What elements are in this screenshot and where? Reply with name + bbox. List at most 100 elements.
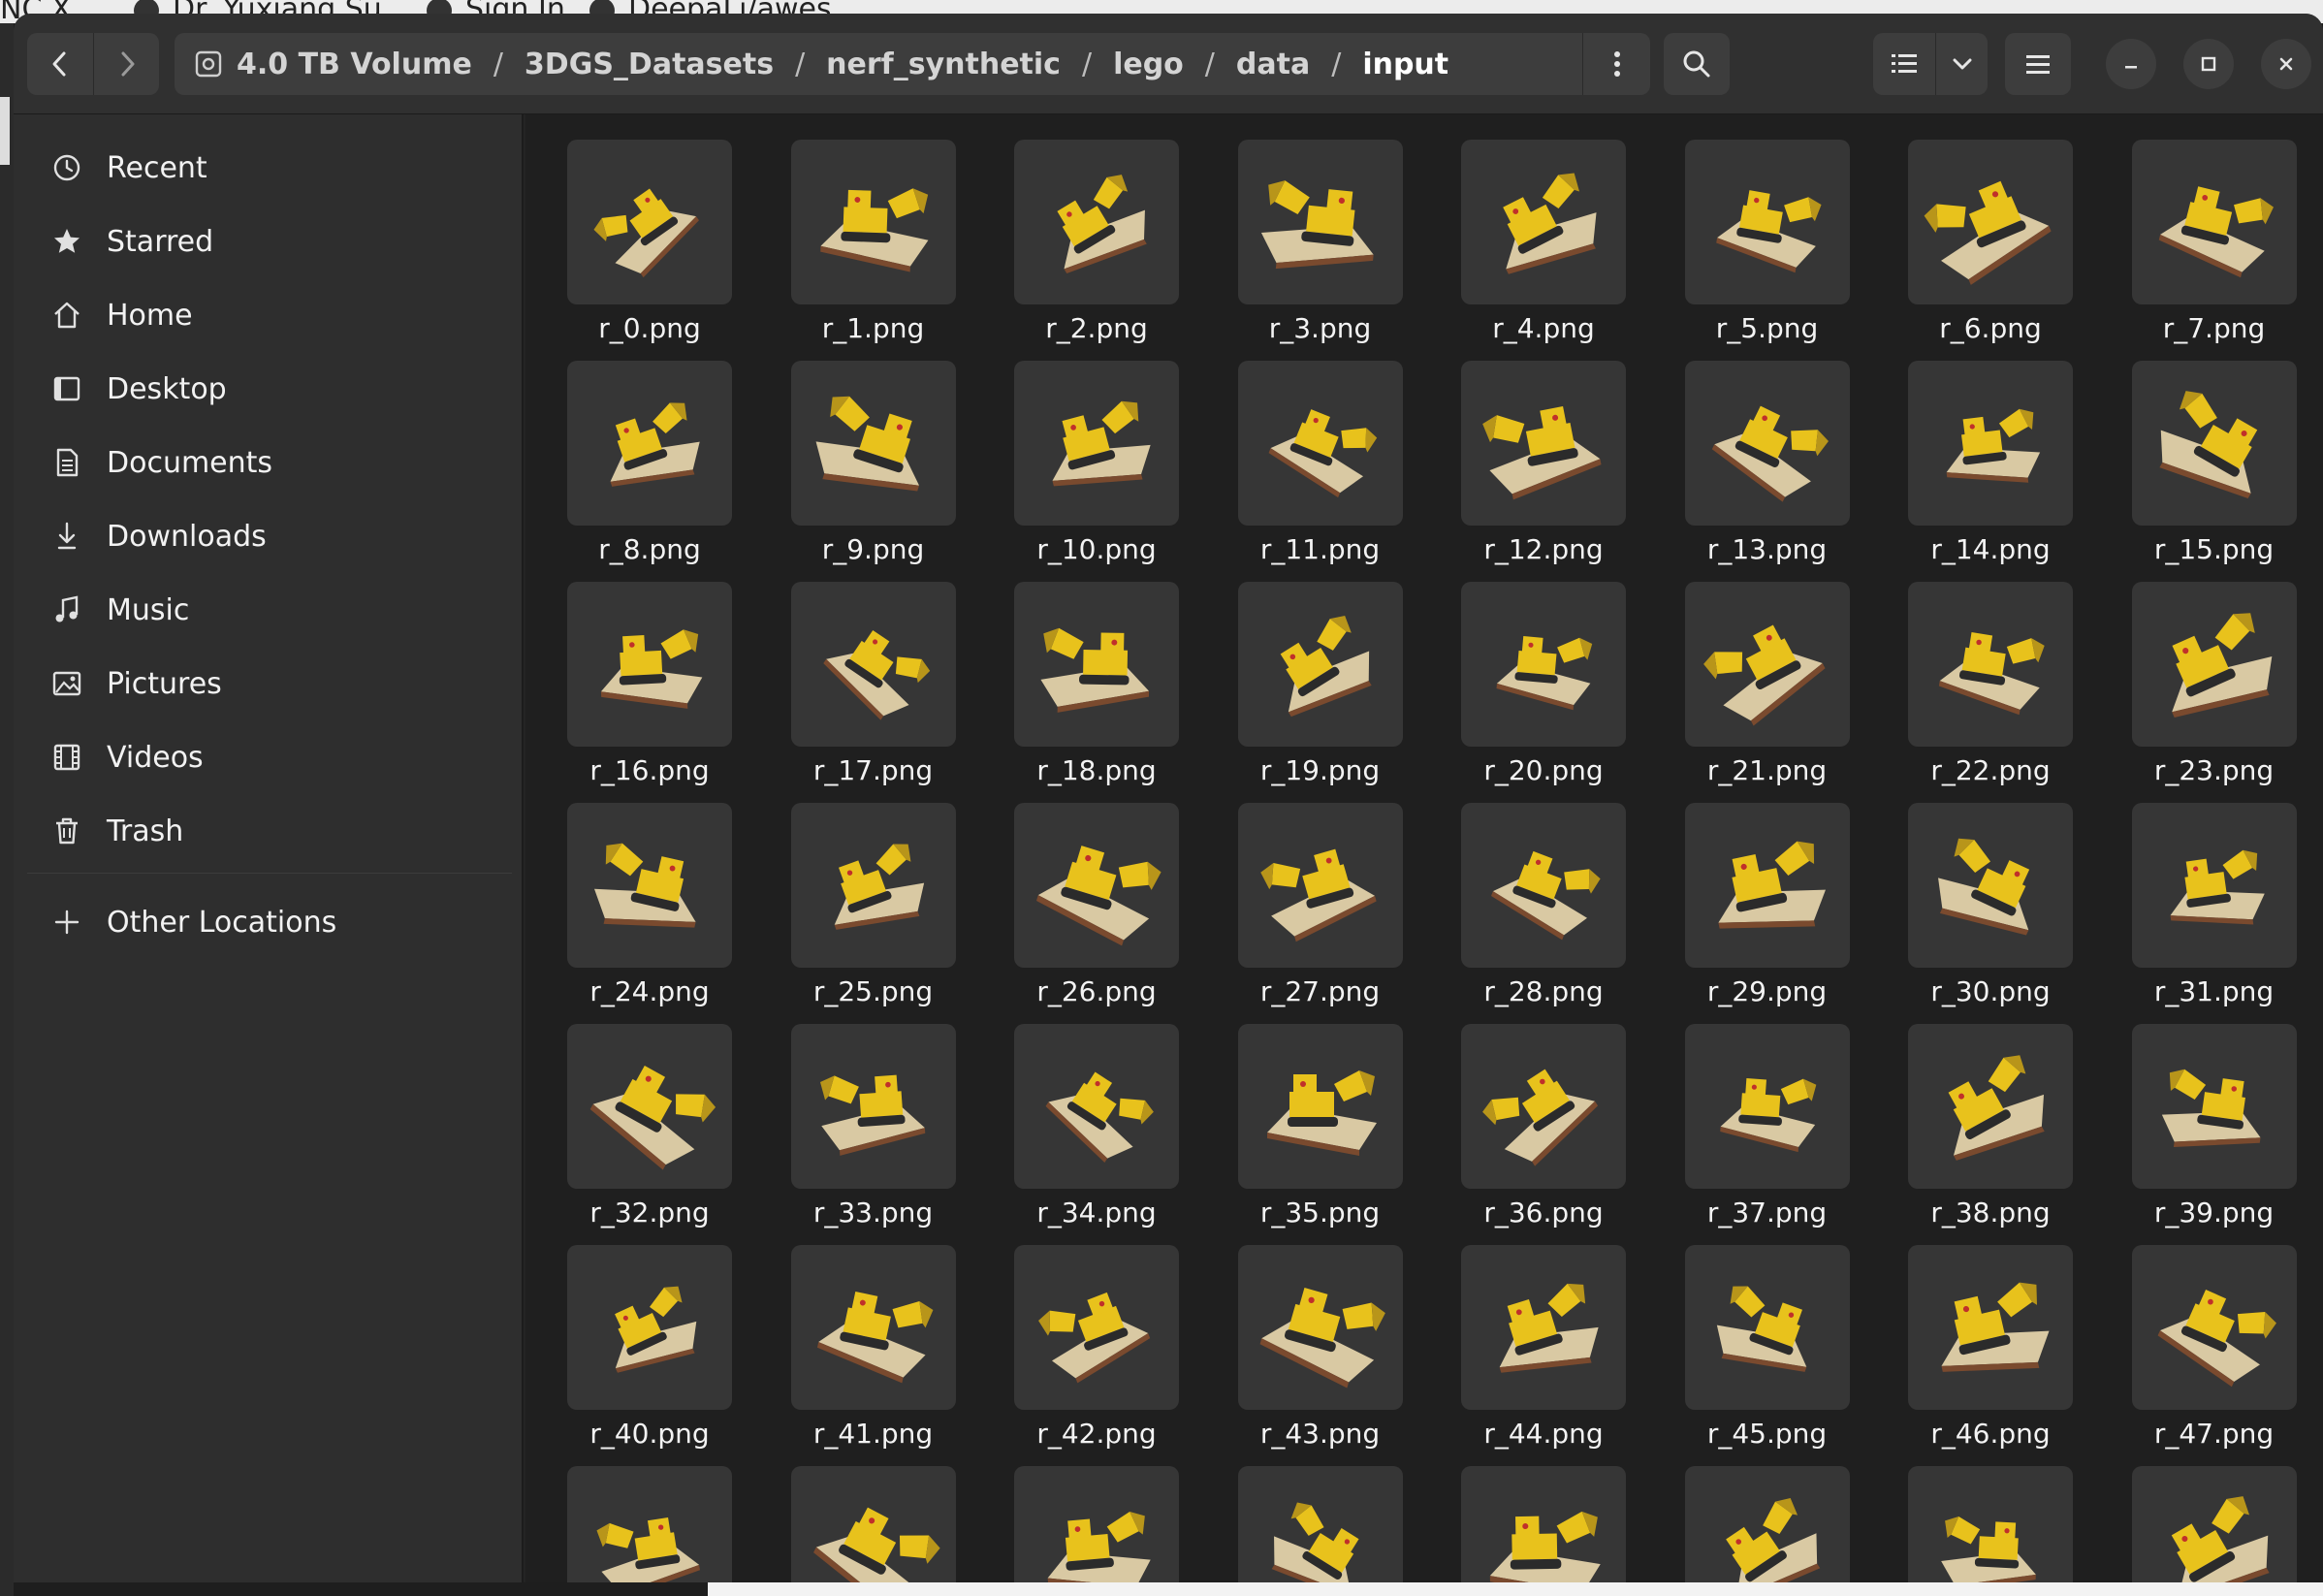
image-thumbnail (567, 1024, 732, 1189)
file-item[interactable]: r_2.png (1000, 130, 1193, 344)
file-item[interactable]: r_40.png (553, 1235, 747, 1450)
file-item[interactable]: r_13.png (1671, 351, 1864, 565)
trash-icon (50, 814, 83, 847)
sidebar-item-desktop[interactable]: Desktop (37, 359, 502, 419)
file-item[interactable] (1671, 1456, 1864, 1582)
file-item[interactable]: r_36.png (1447, 1014, 1640, 1229)
file-item[interactable] (1447, 1456, 1640, 1582)
file-item[interactable]: r_18.png (1000, 572, 1193, 786)
file-item[interactable]: r_1.png (777, 130, 971, 344)
file-item[interactable]: r_28.png (1447, 793, 1640, 1007)
image-thumbnail (1461, 140, 1626, 304)
file-item[interactable]: r_37.png (1671, 1014, 1864, 1229)
file-item[interactable] (553, 1456, 747, 1582)
drive-icon (195, 50, 222, 78)
sidebar-item-music[interactable]: Music (37, 580, 502, 640)
file-name: r_8.png (598, 533, 701, 565)
sidebar-item-documents[interactable]: Documents (37, 432, 502, 493)
file-item[interactable]: r_27.png (1224, 793, 1417, 1007)
close-button[interactable] (2261, 39, 2311, 89)
file-item[interactable]: r_33.png (777, 1014, 971, 1229)
file-item[interactable]: r_44.png (1447, 1235, 1640, 1450)
file-item[interactable]: r_10.png (1000, 351, 1193, 565)
file-item[interactable]: r_39.png (2117, 1014, 2311, 1229)
file-item[interactable]: r_3.png (1224, 130, 1417, 344)
back-button[interactable] (27, 33, 93, 95)
file-item[interactable]: r_4.png (1447, 130, 1640, 344)
list-view-button[interactable] (1873, 33, 1935, 95)
file-item[interactable]: r_43.png (1224, 1235, 1417, 1450)
sidebar-item-recent[interactable]: Recent (37, 138, 502, 198)
breadcrumb-3dgs-datasets[interactable]: 3DGS_Datasets (525, 48, 774, 81)
image-thumbnail (790, 1024, 956, 1189)
forward-button[interactable] (94, 33, 159, 95)
sidebar-item-pictures[interactable]: Pictures (37, 654, 502, 714)
chevron-left-icon (52, 51, 66, 77)
file-item[interactable]: r_15.png (2117, 351, 2311, 565)
breadcrumb-nerf-synthetic[interactable]: nerf_synthetic (826, 48, 1061, 81)
maximize-button[interactable] (2183, 39, 2234, 89)
sidebar-item-home[interactable]: Home (37, 285, 502, 345)
file-item[interactable]: r_46.png (1893, 1235, 2087, 1450)
file-item[interactable]: r_24.png (553, 793, 747, 1007)
breadcrumb-volume[interactable]: 4.0 TB Volume (237, 48, 472, 81)
main-menu-button[interactable] (2005, 33, 2071, 95)
sidebar-item-downloads[interactable]: Downloads (37, 506, 502, 566)
file-item[interactable]: r_17.png (777, 572, 971, 786)
file-name: r_44.png (1483, 1418, 1604, 1450)
file-item[interactable]: r_22.png (1893, 572, 2087, 786)
file-item[interactable]: r_19.png (1224, 572, 1417, 786)
file-item[interactable]: r_16.png (553, 572, 747, 786)
file-name: r_34.png (1036, 1197, 1157, 1229)
file-item[interactable]: r_0.png (553, 130, 747, 344)
file-item[interactable]: r_6.png (1893, 130, 2087, 344)
file-item[interactable]: r_31.png (2117, 793, 2311, 1007)
file-item[interactable] (1000, 1456, 1193, 1582)
file-item[interactable]: r_11.png (1224, 351, 1417, 565)
file-item[interactable]: r_14.png (1893, 351, 2087, 565)
breadcrumb-input[interactable]: input (1362, 48, 1448, 81)
file-item[interactable]: r_38.png (1893, 1014, 2087, 1229)
file-item[interactable]: r_47.png (2117, 1235, 2311, 1450)
file-item[interactable]: r_34.png (1000, 1014, 1193, 1229)
file-item[interactable]: r_23.png (2117, 572, 2311, 786)
file-item[interactable]: r_29.png (1671, 793, 1864, 1007)
sidebar-item-videos[interactable]: Videos (37, 727, 502, 787)
minimize-button[interactable] (2106, 39, 2156, 89)
file-item[interactable]: r_9.png (777, 351, 971, 565)
breadcrumb-data[interactable]: data (1236, 48, 1310, 81)
file-item[interactable]: r_12.png (1447, 351, 1640, 565)
file-item[interactable]: r_41.png (777, 1235, 971, 1450)
file-item[interactable]: r_8.png (553, 351, 747, 565)
file-item[interactable]: r_5.png (1671, 130, 1864, 344)
file-item[interactable]: r_30.png (1893, 793, 2087, 1007)
file-item[interactable] (777, 1456, 971, 1582)
sidebar-item-other-locations[interactable]: Other Locations (37, 892, 502, 952)
file-item[interactable]: r_20.png (1447, 572, 1640, 786)
file-item[interactable]: r_42.png (1000, 1235, 1193, 1450)
file-item[interactable]: r_7.png (2117, 130, 2311, 344)
image-thumbnail (2131, 140, 2297, 304)
file-item[interactable]: r_35.png (1224, 1014, 1417, 1229)
file-item[interactable]: r_25.png (777, 793, 971, 1007)
file-item[interactable]: r_45.png (1671, 1235, 1864, 1450)
file-item[interactable]: r_32.png (553, 1014, 747, 1229)
image-thumbnail (1014, 1245, 1179, 1410)
image-thumbnail (1014, 1024, 1179, 1189)
file-name: r_20.png (1483, 754, 1604, 786)
path-menu-button[interactable] (1582, 33, 1650, 95)
file-name: r_29.png (1706, 975, 1828, 1007)
file-name: r_3.png (1268, 312, 1372, 344)
sidebar-item-trash[interactable]: Trash (37, 801, 502, 861)
file-item[interactable] (2117, 1456, 2311, 1582)
image-thumbnail (567, 140, 732, 304)
breadcrumb-lego[interactable]: lego (1113, 48, 1184, 81)
view-options-button[interactable] (1936, 33, 1988, 95)
file-item[interactable] (1893, 1456, 2087, 1582)
sidebar-item-starred[interactable]: Starred (37, 211, 502, 271)
file-item[interactable]: r_26.png (1000, 793, 1193, 1007)
file-name: r_14.png (1930, 533, 2051, 565)
search-button[interactable] (1664, 33, 1730, 95)
file-item[interactable]: r_21.png (1671, 572, 1864, 786)
file-item[interactable] (1224, 1456, 1417, 1582)
